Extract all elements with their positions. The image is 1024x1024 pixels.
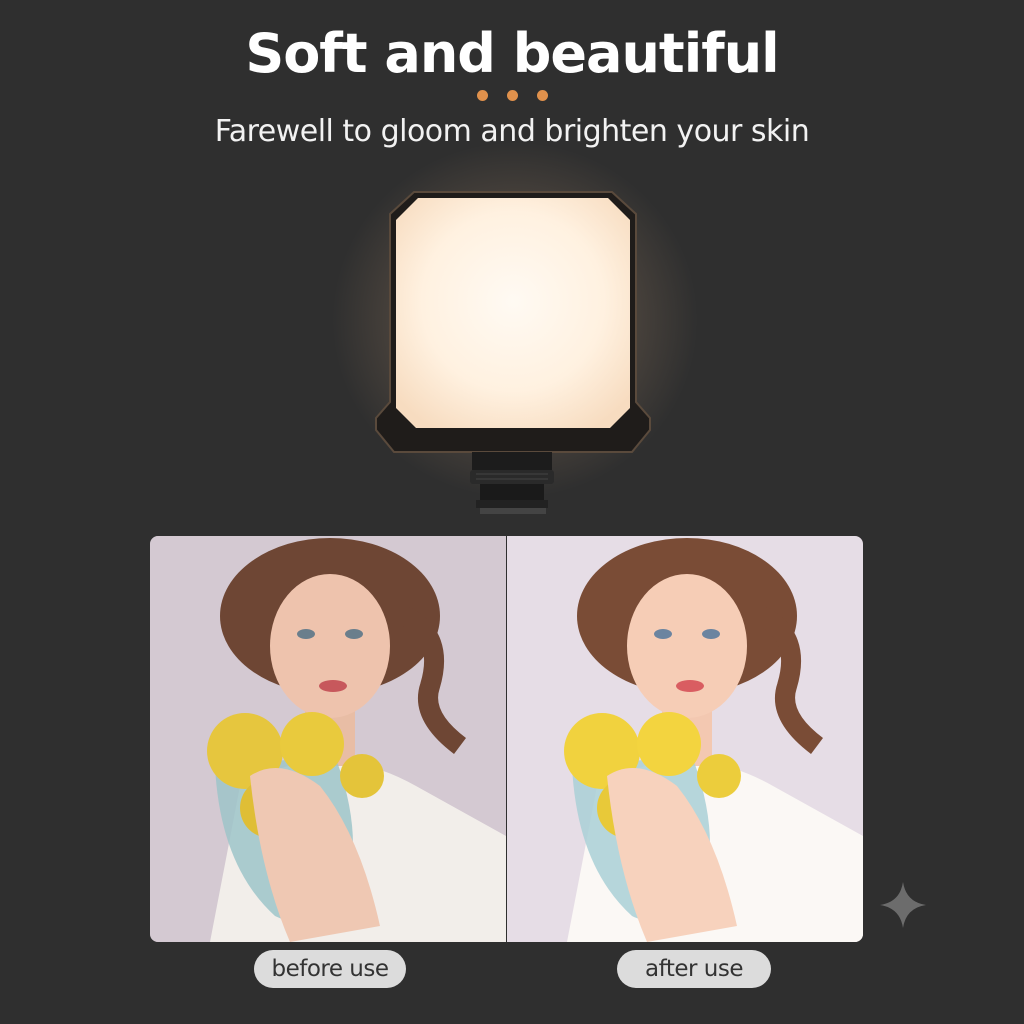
before-photo xyxy=(150,536,506,942)
cold-shoe-mount xyxy=(470,452,554,514)
decorative-dots-icon xyxy=(477,90,549,102)
before-use-label: before use xyxy=(254,950,406,988)
led-light-panel xyxy=(375,191,651,453)
sparkle-icon xyxy=(880,882,926,928)
after-use-label: after use xyxy=(617,950,771,988)
headline: Soft and beautiful xyxy=(245,22,779,85)
before-after-comparison xyxy=(150,536,863,942)
after-photo xyxy=(507,536,863,942)
